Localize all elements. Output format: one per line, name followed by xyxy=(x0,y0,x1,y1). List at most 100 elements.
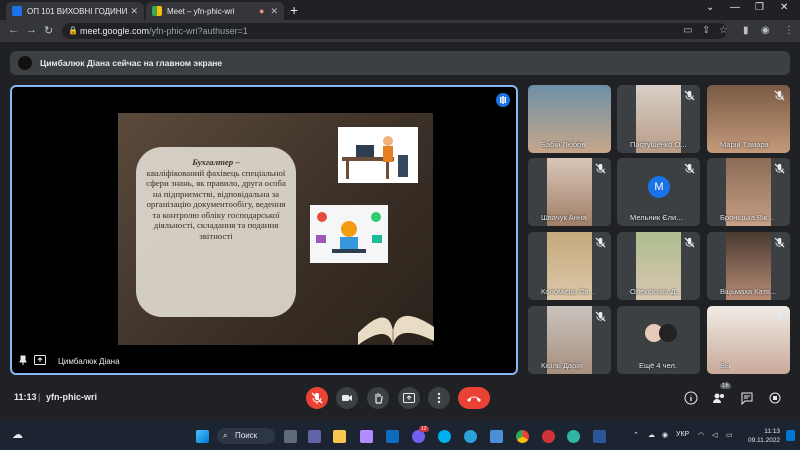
presenter-avatar xyxy=(18,56,32,70)
language-indicator[interactable]: УКР xyxy=(676,431,689,438)
tab-meet[interactable]: Meet – yfn-phic-wri ● ✕ xyxy=(146,2,284,20)
participant-name: Пастушенко О... xyxy=(630,140,687,149)
participant-tile[interactable]: Швачук Анна xyxy=(528,158,611,226)
main-tile-footer: Цимбалюк Діана xyxy=(18,355,120,367)
photos-icon[interactable] xyxy=(360,430,373,443)
close-window-button[interactable]: ✕ xyxy=(780,2,788,13)
participant-tile[interactable]: Броніцька Вік... xyxy=(707,158,790,226)
teams-icon[interactable] xyxy=(308,430,321,443)
participant-name: Мельник Єли... xyxy=(630,213,683,222)
participant-tile[interactable]: Бабій Любов xyxy=(528,85,611,153)
participant-name: Бабій Любов xyxy=(541,140,586,149)
camera-button[interactable] xyxy=(336,387,358,409)
participant-count-badge: 16 xyxy=(720,383,731,389)
participant-tile[interactable]: M Мельник Єли... xyxy=(617,158,700,226)
microphone-button[interactable] xyxy=(306,387,328,409)
participant-initial-avatar: M xyxy=(648,176,670,198)
share-icon[interactable]: ⇪ xyxy=(702,25,710,36)
back-button[interactable]: ← xyxy=(8,24,19,36)
forward-button[interactable]: → xyxy=(26,24,37,36)
telegram-icon[interactable] xyxy=(464,430,477,443)
info-icon[interactable] xyxy=(684,391,698,405)
edge-icon[interactable] xyxy=(567,430,580,443)
participant-name: Броніцька Вік... xyxy=(720,213,774,222)
participant-tile[interactable]: Вы xyxy=(707,306,790,374)
tab-search-icon[interactable]: ⌄ xyxy=(706,2,714,13)
system-clock[interactable]: 11:13 09.11.2022 xyxy=(748,427,780,445)
browser-toolbar: ← → ↻ 🔒 meet.google.com/yfn-phic-wri?aut… xyxy=(0,20,800,42)
chat-icon[interactable] xyxy=(740,391,754,406)
skype-icon[interactable] xyxy=(438,430,451,443)
word-icon[interactable] xyxy=(593,430,606,443)
notification-icon[interactable] xyxy=(786,430,795,441)
chrome-icon[interactable] xyxy=(516,430,529,443)
people-icon[interactable] xyxy=(712,391,726,405)
muted-mic-icon xyxy=(595,311,606,322)
minimize-button[interactable]: — xyxy=(730,2,740,13)
wifi-icon[interactable]: ◠ xyxy=(698,431,704,439)
viber-badge: 12 xyxy=(419,426,429,432)
muted-mic-icon xyxy=(684,90,695,101)
close-tab-icon[interactable]: ✕ xyxy=(130,6,138,17)
participant-name: Олексієнко Д... xyxy=(630,287,682,296)
camera-in-use-icon[interactable]: ▭ xyxy=(683,25,692,36)
more-options-button[interactable] xyxy=(428,387,450,409)
record-icon[interactable] xyxy=(542,430,555,443)
tab-classroom[interactable]: ОП 101 ВИХОВНІ ГОДИНИ ✕ xyxy=(6,2,144,20)
record-dot-icon: ● xyxy=(259,6,265,16)
address-bar[interactable]: 🔒 meet.google.com/yfn-phic-wri?authuser=… xyxy=(62,23,727,39)
battery-icon[interactable]: ▭ xyxy=(726,431,733,439)
muted-mic-icon xyxy=(774,311,785,322)
reload-button[interactable]: ↻ xyxy=(44,24,53,37)
volume-icon[interactable]: ◁ xyxy=(712,431,717,439)
end-call-button[interactable] xyxy=(458,387,490,409)
presentation-slide: Бухгалтер – кваліфікований фахівець спец… xyxy=(118,113,434,345)
participant-tile[interactable]: Ещё 4 чел. xyxy=(617,306,700,374)
profile-avatar[interactable]: ◉ xyxy=(761,25,770,36)
participant-name: Марій Тамара xyxy=(720,140,769,149)
main-presentation-tile[interactable]: Бухгалтер – кваліфікований фахівець спец… xyxy=(10,85,518,375)
office-illustration xyxy=(310,205,388,263)
participant-tile[interactable]: Кісіль Дарія xyxy=(528,306,611,374)
presentation-banner: Цимбалюк Діана сейчас на главном экране xyxy=(10,51,790,75)
muted-mic-icon xyxy=(684,237,695,248)
close-tab-icon[interactable]: ✕ xyxy=(270,6,278,17)
file-explorer-icon[interactable] xyxy=(333,430,346,443)
muted-mic-icon xyxy=(595,237,606,248)
participant-tile[interactable]: Пастушенко О... xyxy=(617,85,700,153)
participant-name: Вы xyxy=(720,361,731,370)
task-view-icon[interactable] xyxy=(284,430,297,443)
participant-tile[interactable]: Марій Тамара xyxy=(707,85,790,153)
participant-tile[interactable]: Коломієць Св... xyxy=(528,232,611,300)
participant-tile[interactable]: Віцьмаха Катя... xyxy=(707,232,790,300)
present-screen-icon xyxy=(34,355,46,367)
meet-favicon-icon xyxy=(152,6,162,16)
star-icon[interactable]: ☆ xyxy=(719,25,728,36)
participant-name: Кісіль Дарія xyxy=(541,361,582,370)
weather-icon[interactable]: ☁ xyxy=(12,428,23,441)
activities-icon[interactable] xyxy=(768,391,782,405)
clock-time: 11:13 xyxy=(764,428,781,435)
menu-icon[interactable]: ⋮ xyxy=(784,25,794,36)
tray-mic-icon[interactable]: ◉ xyxy=(662,431,668,439)
tray-chevron-icon[interactable]: ⌃ xyxy=(633,431,639,439)
meeting-time: 11:13 xyxy=(14,392,37,402)
presenter-name: Цимбалюк Діана xyxy=(58,356,120,366)
new-tab-button[interactable]: + xyxy=(290,2,298,18)
mail-icon[interactable] xyxy=(386,430,399,443)
muted-mic-icon xyxy=(774,163,785,174)
raise-hand-button[interactable] xyxy=(367,387,389,409)
participant-tile[interactable]: Олексієнко Д... xyxy=(617,232,700,300)
taskbar-search[interactable]: ⌕ Поиск xyxy=(217,428,275,444)
gallery-icon[interactable] xyxy=(490,430,503,443)
present-button[interactable] xyxy=(398,387,420,409)
url-host: meet.google.com xyxy=(80,26,150,36)
maximize-button[interactable]: ❐ xyxy=(755,2,764,13)
muted-mic-icon xyxy=(595,163,606,174)
windows-start-icon[interactable] xyxy=(196,430,209,443)
tray-cloud-icon[interactable]: ☁ xyxy=(648,431,655,439)
participant-name: Швачук Анна xyxy=(541,213,587,222)
participant-name: Віцьмаха Катя... xyxy=(720,287,777,296)
sidebar-icon[interactable]: ▮ xyxy=(743,25,749,36)
pin-icon[interactable] xyxy=(18,355,28,367)
